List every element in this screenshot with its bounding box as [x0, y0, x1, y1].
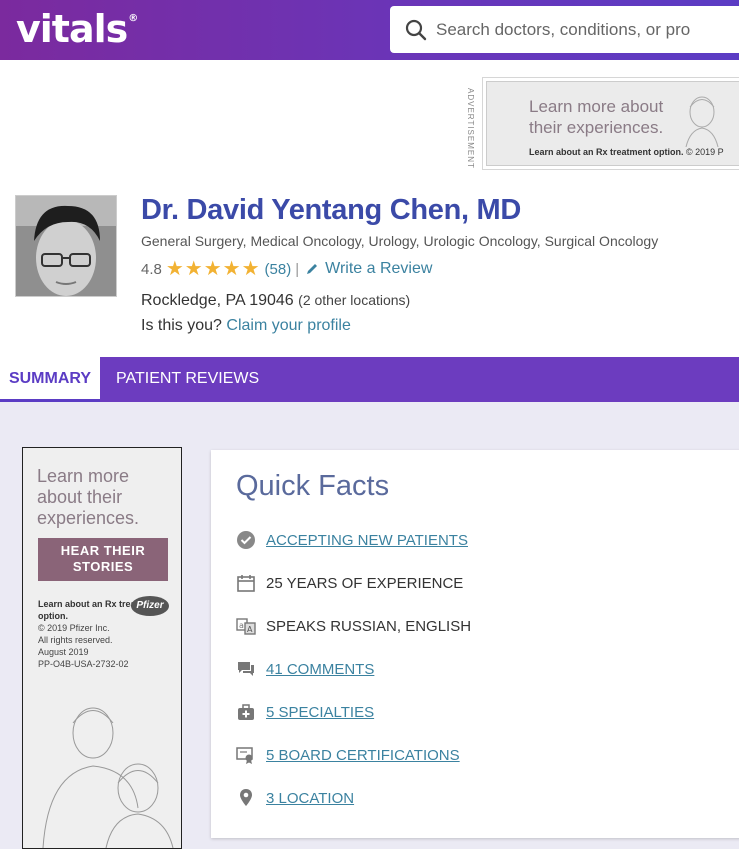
pencil-icon	[307, 264, 318, 274]
review-count-link[interactable]: (58)	[265, 261, 292, 278]
side-advertisement[interactable]: Learn more about their experiences. HEAR…	[22, 447, 182, 849]
map-pin-icon	[240, 789, 252, 806]
doctor-specialties: General Surgery, Medical Oncology, Urolo…	[141, 233, 659, 249]
fact-accepting-patients: ACCEPTING NEW PATIENTS	[236, 530, 468, 550]
quick-facts-title: Quick Facts	[236, 470, 390, 502]
medical-bag-icon	[238, 704, 254, 720]
fact-languages: a A SPEAKS RUSSIAN, ENGLISH	[236, 616, 471, 636]
sketch-face-illustration	[685, 96, 719, 147]
experience-text: 25 YEARS OF EXPERIENCE	[266, 574, 464, 592]
star-icon: ★	[241, 258, 260, 280]
side-ad-headline: Learn more about their experiences.	[37, 466, 140, 528]
translate-icon: a A	[236, 618, 256, 635]
tab-summary[interactable]: SUMMARY	[0, 357, 100, 402]
star-icon: ★	[222, 258, 241, 280]
advertisement-label: ADVERTISEMENT	[466, 88, 475, 169]
svg-text:A: A	[247, 625, 253, 634]
specialties-link[interactable]: 5 SPECIALTIES	[266, 704, 374, 721]
primary-location: Rockledge, PA 19046	[141, 292, 294, 309]
separator: |	[295, 260, 300, 278]
svg-text:a: a	[239, 621, 244, 630]
top-advertisement[interactable]: Learn more about their experiences. Lear…	[482, 77, 739, 170]
quick-facts-card: Quick Facts ACCEPTING NEW PATIENTS 25 YE…	[211, 450, 739, 838]
fact-specialties: 5 SPECIALTIES	[236, 702, 374, 722]
certificate-icon	[236, 747, 253, 764]
tab-patient-reviews[interactable]: PATIENT REVIEWS	[116, 357, 259, 402]
doctor-name: Dr. David Yentang Chen, MD	[141, 194, 522, 226]
search-input[interactable]	[436, 19, 736, 40]
other-locations-link[interactable]: (2 other locations)	[298, 292, 410, 308]
board-certifications-link[interactable]: 5 BOARD CERTIFICATIONS	[266, 747, 460, 764]
claim-prompt: Is this you?	[141, 317, 222, 334]
rating-value: 4.8	[141, 260, 162, 278]
claim-profile-link[interactable]: Claim your profile	[226, 317, 350, 334]
star-icon: ★	[203, 258, 222, 280]
languages-text: SPEAKS RUSSIAN, ENGLISH	[266, 617, 472, 635]
search-box[interactable]	[390, 6, 739, 53]
doctor-photo	[15, 195, 117, 297]
fact-board-certifications: 5 BOARD CERTIFICATIONS	[236, 745, 460, 765]
fact-locations: 3 LOCATION	[236, 788, 354, 808]
fact-comments: 41 COMMENTS	[236, 659, 374, 679]
comments-link[interactable]: 41 COMMENTS	[266, 661, 374, 678]
pfizer-logo: Pfizer	[131, 596, 169, 616]
location-row: Rockledge, PA 19046 (2 other locations)	[141, 292, 410, 310]
accepting-new-patients-link[interactable]: ACCEPTING NEW PATIENTS	[266, 532, 468, 549]
write-review-link[interactable]: Write a Review	[325, 260, 432, 278]
star-icon: ★	[184, 258, 203, 280]
comments-icon	[238, 662, 254, 676]
profile-tabs: SUMMARY PATIENT REVIEWS	[0, 357, 739, 402]
check-circle-icon	[237, 531, 255, 549]
registered-mark: ®	[128, 13, 138, 24]
search-icon[interactable]	[404, 18, 428, 42]
sketch-people-illustration	[42, 707, 174, 848]
star-rating: ★ ★ ★ ★ ★	[166, 259, 261, 279]
vitals-logo[interactable]: vitals®	[16, 7, 138, 51]
rating-row: 4.8 ★ ★ ★ ★ ★ (58) | Write a Review	[141, 259, 432, 279]
locations-link[interactable]: 3 LOCATION	[266, 790, 354, 807]
top-ad-fine-print: Learn about an Rx treatment option. © 20…	[529, 147, 724, 157]
top-ad-headline: Learn more about their experiences.	[529, 97, 664, 137]
site-header: vitals®	[0, 0, 739, 60]
fact-experience: 25 YEARS OF EXPERIENCE	[236, 573, 463, 593]
calendar-icon	[237, 575, 255, 592]
claim-profile-row: Is this you? Claim your profile	[141, 317, 351, 335]
star-icon: ★	[165, 258, 184, 280]
hear-their-stories-button[interactable]: HEAR THEIR STORIES	[38, 538, 168, 581]
